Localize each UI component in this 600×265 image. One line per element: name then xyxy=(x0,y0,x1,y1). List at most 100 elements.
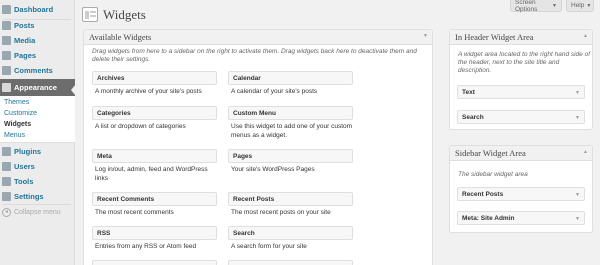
widget-name: Meta: Site Admin xyxy=(462,214,515,222)
expand-caret-icon[interactable]: ▼ xyxy=(575,90,580,96)
widget-name: Categories xyxy=(97,109,131,117)
sidebar-widget-area-description: The sidebar widget area xyxy=(458,171,528,178)
submenu-customize[interactable]: Customize xyxy=(4,110,37,117)
active-menu-arrow xyxy=(71,84,76,96)
widget-name: Calendar xyxy=(233,74,261,82)
expand-caret-icon[interactable]: ▼ xyxy=(575,192,580,198)
header-widget-area-header[interactable]: In Header Widget Area ▲ xyxy=(450,30,592,45)
widget-description: Entries from any RSS or Atom feed xyxy=(95,243,197,250)
submenu-themes[interactable]: Themes xyxy=(4,99,29,106)
caret-down-icon: ▼ xyxy=(586,2,592,9)
tools-icon xyxy=(2,177,11,186)
available-widgets-panel: Available Widgets ▼ Drag widgets from her… xyxy=(83,29,433,265)
sidebar-widget-meta[interactable]: Meta: Site Admin ▼ xyxy=(457,211,585,225)
comment-icon xyxy=(2,66,11,75)
widget-name: Archives xyxy=(97,74,125,82)
appearance-submenu: Themes Customize Widgets Menus xyxy=(0,96,75,143)
widget-description: Your site's WordPress Pages xyxy=(231,166,315,173)
widget-categories[interactable]: Categories xyxy=(92,106,217,120)
widget-name: RSS xyxy=(97,229,111,237)
sidebar-widget-text[interactable]: Text ▼ xyxy=(457,85,585,99)
collapse-toggle-icon[interactable]: ▼ xyxy=(423,34,428,39)
widget-name: Recent Posts xyxy=(233,195,275,203)
menu-posts[interactable]: Posts xyxy=(0,18,75,33)
widget-description: A list or dropdown of categories xyxy=(95,123,186,130)
menu-label: Posts xyxy=(14,21,35,30)
menu-label: Pages xyxy=(14,51,37,60)
collapse-toggle-icon[interactable]: ▲ xyxy=(583,150,588,155)
sidebar-widget-search[interactable]: Search ▼ xyxy=(457,110,585,124)
widget-description: The most recent comments xyxy=(95,209,174,216)
menu-media[interactable]: Media xyxy=(0,33,75,48)
widget-calendar[interactable]: Calendar xyxy=(228,71,353,85)
dashboard-icon xyxy=(2,5,11,14)
widget-description: The most recent posts on your site xyxy=(231,209,331,216)
menu-label: Tools xyxy=(14,177,34,186)
widget-description: A calendar of your site's posts xyxy=(231,88,318,95)
widget-pages[interactable]: Pages xyxy=(228,149,353,163)
help-label: Help xyxy=(571,2,585,9)
menu-settings[interactable]: Settings xyxy=(0,189,75,204)
available-widgets-header[interactable]: Available Widgets ▼ xyxy=(84,30,432,45)
screen-options-button[interactable]: Screen Options ▼ xyxy=(510,0,562,13)
widget-search[interactable]: Search xyxy=(228,226,353,240)
widget-name: Custom Menu xyxy=(233,109,276,117)
sidebar-widget-area-header[interactable]: Sidebar Widget Area ▲ xyxy=(450,146,592,161)
widget-description: A search form for your site xyxy=(231,243,307,250)
widget-name: Text xyxy=(462,88,475,96)
expand-caret-icon[interactable]: ▼ xyxy=(575,216,580,222)
menu-tools[interactable]: Tools xyxy=(0,174,75,189)
panel-title: In Header Widget Area xyxy=(455,32,534,42)
widget-name: Recent Posts xyxy=(462,190,504,198)
menu-label: Users xyxy=(14,162,35,171)
widget-name: Recent Comments xyxy=(97,195,155,203)
menu-comments[interactable]: Comments xyxy=(0,63,75,78)
collapse-toggle-icon[interactable]: ▲ xyxy=(583,34,588,39)
widget-name: Search xyxy=(462,113,484,121)
submenu-menus[interactable]: Menus xyxy=(4,132,25,139)
screen-options-label: Screen Options xyxy=(515,0,538,13)
collapse-label: Collapse menu xyxy=(14,209,61,216)
widget-description: A monthly archive of your site's posts xyxy=(95,88,202,95)
widget-name: Pages xyxy=(233,152,253,160)
menu-label: Plugins xyxy=(14,147,42,156)
widget-meta[interactable]: Meta xyxy=(92,149,217,163)
appearance-page-icon xyxy=(82,7,98,22)
appearance-icon xyxy=(2,83,11,92)
widget-partial[interactable] xyxy=(92,260,217,265)
menu-pages[interactable]: Pages xyxy=(0,48,75,63)
menu-label: Settings xyxy=(14,192,44,201)
submenu-widgets[interactable]: Widgets xyxy=(4,121,31,128)
widget-recent-comments[interactable]: Recent Comments xyxy=(92,192,217,206)
page-title: Widgets xyxy=(103,7,146,22)
settings-icon xyxy=(2,192,11,201)
menu-plugins[interactable]: Plugins xyxy=(0,144,75,159)
widget-description: Log in/out, admin, feed and WordPress li… xyxy=(95,166,208,182)
sidebar-widget-recent-posts[interactable]: Recent Posts ▼ xyxy=(457,187,585,201)
sidebar-widget-area-panel: Sidebar Widget Area ▲ The sidebar widget … xyxy=(449,145,593,233)
menu-label: Appearance xyxy=(14,83,57,92)
widget-partial[interactable] xyxy=(228,260,353,265)
widget-rss[interactable]: RSS xyxy=(92,226,217,240)
widget-name: Search xyxy=(233,229,255,237)
plugin-icon xyxy=(2,147,11,156)
widget-archives[interactable]: Archives xyxy=(92,71,217,85)
widget-custom-menu[interactable]: Custom Menu xyxy=(228,106,353,120)
menu-label: Comments xyxy=(14,66,53,75)
media-icon xyxy=(2,36,11,45)
menu-label: Media xyxy=(14,36,36,45)
collapse-menu-button[interactable]: ◂ Collapse menu xyxy=(2,208,61,217)
menu-users[interactable]: Users xyxy=(0,159,75,174)
caret-down-icon: ▼ xyxy=(552,2,557,9)
menu-separator xyxy=(3,204,71,205)
available-widgets-description: Drag widgets from here to a sidebar on t… xyxy=(92,48,417,63)
collapse-arrow-icon: ◂ xyxy=(2,208,11,217)
header-widget-area-panel: In Header Widget Area ▲ A widget area loc… xyxy=(449,29,593,130)
menu-appearance[interactable]: Appearance xyxy=(0,79,75,96)
expand-caret-icon[interactable]: ▼ xyxy=(575,115,580,121)
help-button[interactable]: Help ▼ xyxy=(566,0,594,12)
widget-name: Meta xyxy=(97,152,112,160)
menu-dashboard[interactable]: Dashboard xyxy=(0,2,75,17)
widget-recent-posts[interactable]: Recent Posts xyxy=(228,192,353,206)
menu-label: Dashboard xyxy=(14,5,54,14)
